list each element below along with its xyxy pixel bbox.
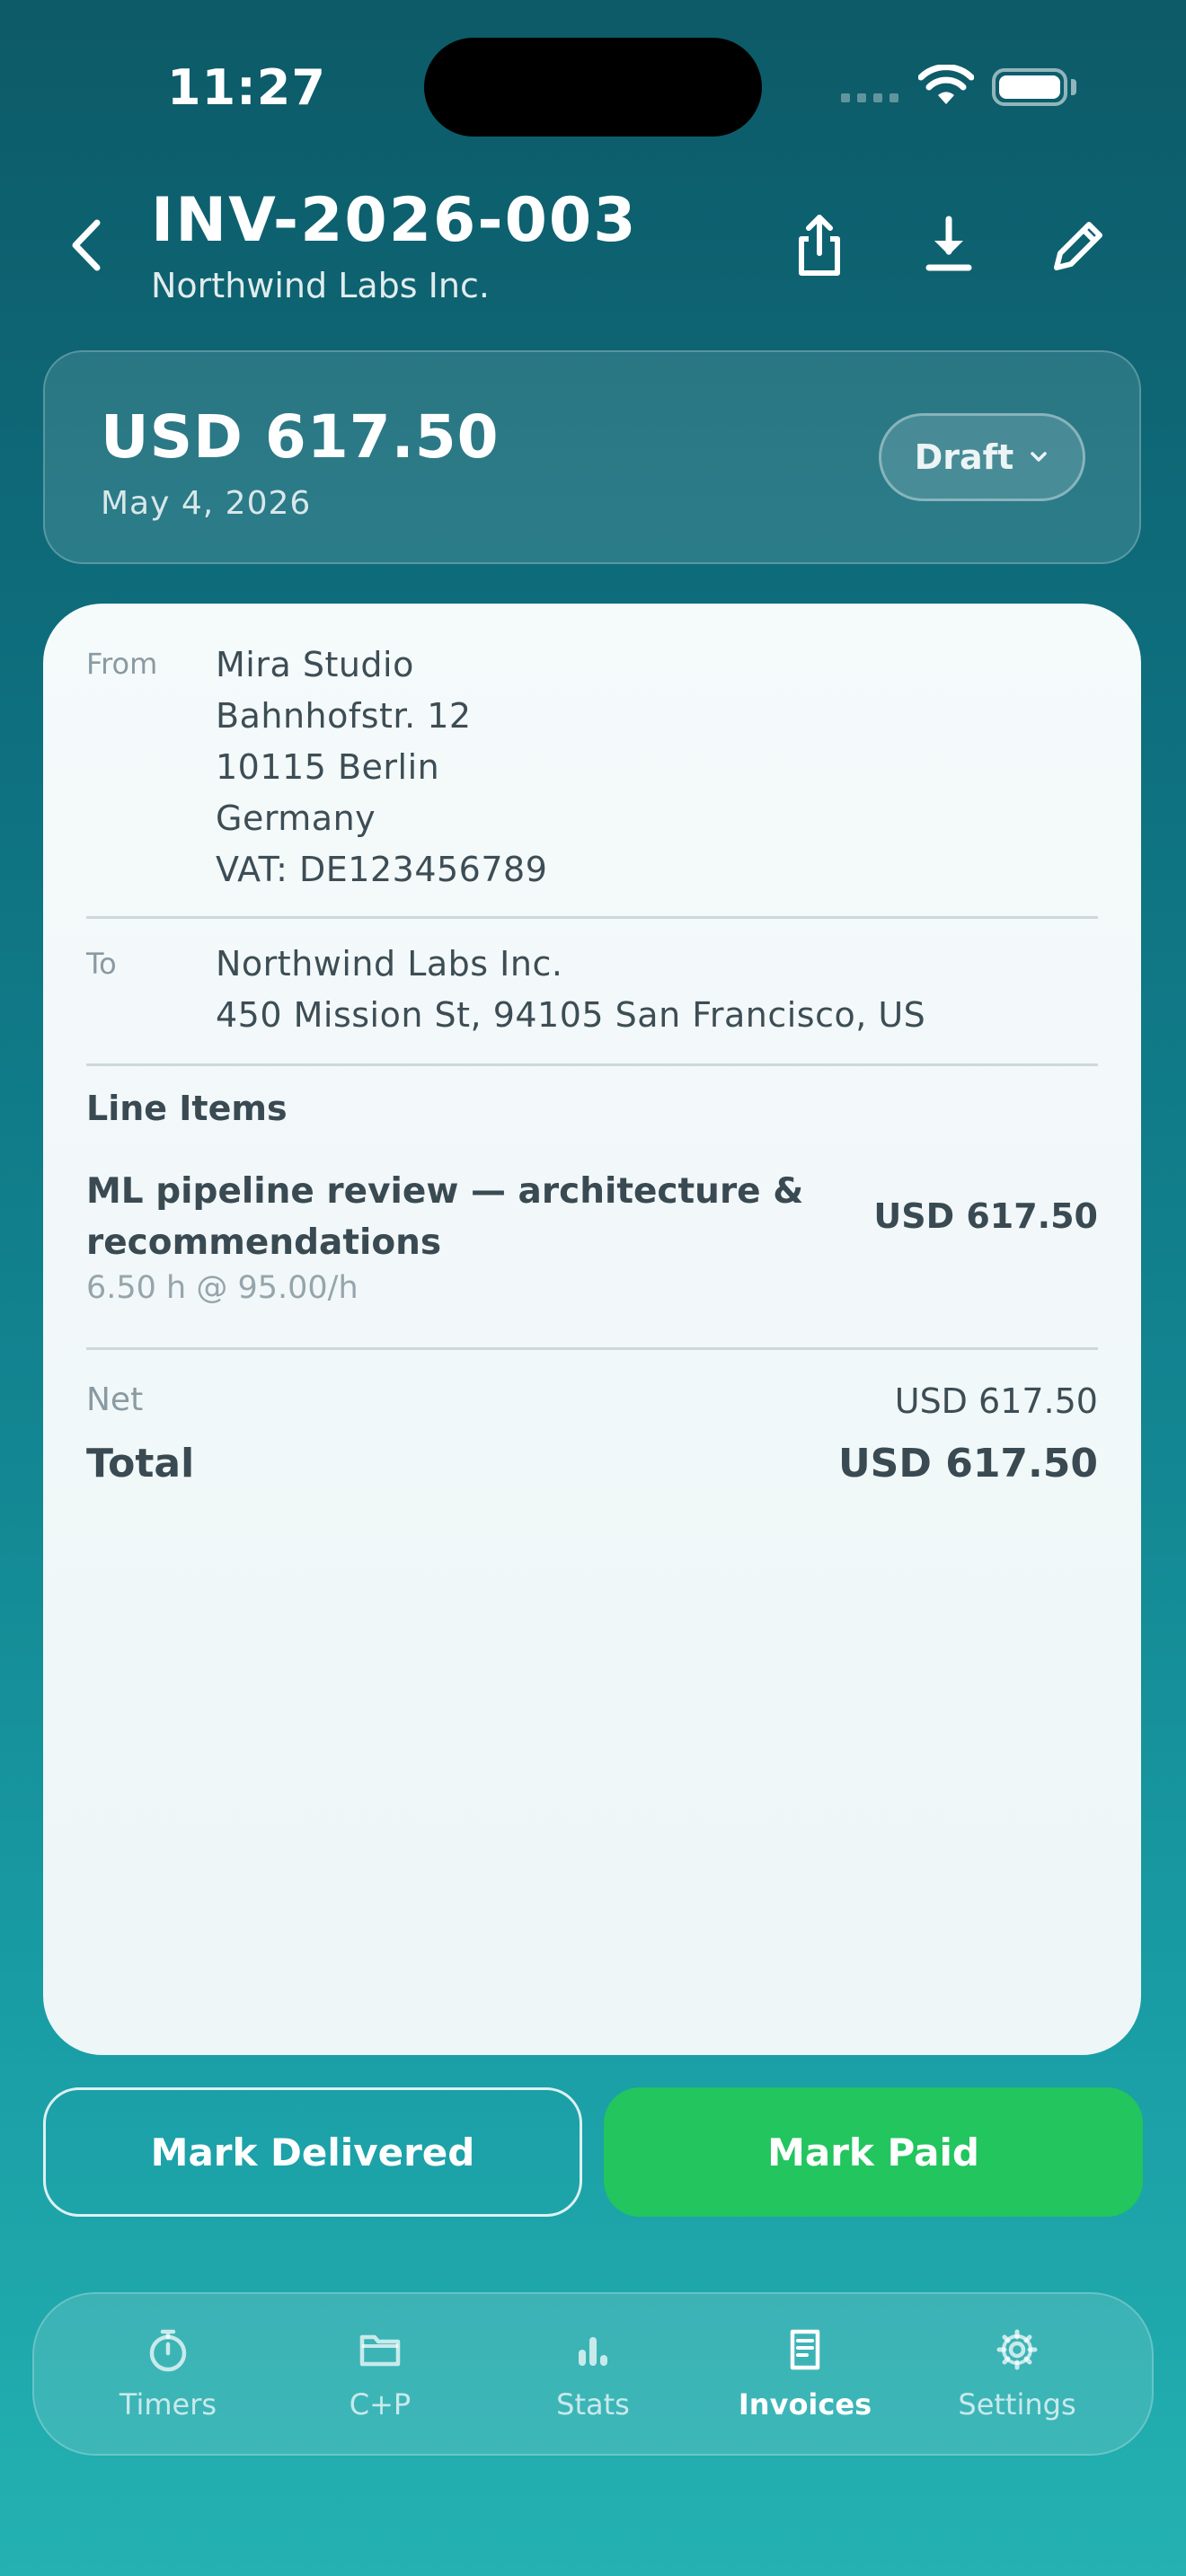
from-label: From xyxy=(86,647,158,681)
to-label: To xyxy=(86,947,117,981)
gear-icon xyxy=(996,2329,1038,2370)
line-item[interactable]: ML pipeline review — architecture & reco… xyxy=(86,1166,1098,1306)
share-icon[interactable] xyxy=(783,210,855,282)
chevron-down-icon xyxy=(1031,452,1048,462)
tab-invoices[interactable]: Invoices xyxy=(715,2326,895,2422)
status-label: Draft xyxy=(914,437,1014,477)
divider xyxy=(86,916,1098,919)
mark-delivered-button[interactable]: Mark Delivered xyxy=(43,2087,582,2217)
tab-stats[interactable]: Stats xyxy=(503,2326,683,2422)
divider xyxy=(86,1063,1098,1066)
battery-icon xyxy=(992,68,1067,106)
divider xyxy=(86,1347,1098,1350)
tab-settings[interactable]: Settings xyxy=(927,2326,1107,2422)
tab-clients-projects[interactable]: C+P xyxy=(290,2326,470,2422)
cellular-signal-icon xyxy=(841,93,898,102)
line-item-amount: USD 617.50 xyxy=(873,1196,1098,1236)
download-icon[interactable] xyxy=(913,210,985,282)
from-address: Mira Studio Bahnhofstr. 12 10115 Berlin … xyxy=(216,640,547,895)
invoice-icon xyxy=(790,2329,820,2370)
tab-label: Timers xyxy=(119,2387,217,2422)
dynamic-island xyxy=(424,38,762,137)
tab-label: Settings xyxy=(958,2387,1076,2422)
to-address: Northwind Labs Inc. 450 Mission St, 9410… xyxy=(216,939,925,1041)
from-line: 10115 Berlin xyxy=(216,747,440,787)
to-line: 450 Mission St, 94105 San Francisco, US xyxy=(216,995,926,1035)
status-dropdown[interactable]: Draft xyxy=(879,413,1085,501)
invoice-amount: USD 617.50 xyxy=(101,402,500,472)
invoice-number-title: INV-2026-003 xyxy=(151,185,638,256)
wifi-icon xyxy=(918,65,974,104)
from-line: VAT: DE123456789 xyxy=(216,850,548,889)
from-line: Bahnhofstr. 12 xyxy=(216,696,472,736)
total-label: Total xyxy=(86,1441,195,1486)
status-time: 11:27 xyxy=(167,59,326,116)
tab-label: Stats xyxy=(556,2387,630,2422)
edit-pencil-icon[interactable] xyxy=(1042,210,1114,282)
back-chevron-icon[interactable] xyxy=(63,216,117,275)
stopwatch-icon xyxy=(149,2329,187,2372)
net-label: Net xyxy=(86,1381,144,1418)
invoice-date: May 4, 2026 xyxy=(101,485,312,522)
from-line: Mira Studio xyxy=(216,645,414,684)
to-line: Northwind Labs Inc. xyxy=(216,944,563,984)
line-items-heading: Line Items xyxy=(86,1089,288,1128)
tab-label: C+P xyxy=(349,2387,412,2422)
folder-icon xyxy=(359,2334,401,2367)
from-line: Germany xyxy=(216,798,376,838)
client-name-subtitle: Northwind Labs Inc. xyxy=(151,266,490,305)
total-value: USD 617.50 xyxy=(837,1441,1098,1486)
tab-timers[interactable]: Timers xyxy=(78,2326,258,2422)
bar-chart-icon xyxy=(579,2337,607,2366)
net-value: USD 617.50 xyxy=(894,1381,1098,1421)
line-item-rate: 6.50 h @ 95.00/h xyxy=(86,1270,358,1306)
mark-paid-button[interactable]: Mark Paid xyxy=(604,2087,1143,2217)
invoice-document: From Mira Studio Bahnhofstr. 12 10115 Be… xyxy=(43,604,1141,2055)
tab-label: Invoices xyxy=(738,2387,872,2422)
